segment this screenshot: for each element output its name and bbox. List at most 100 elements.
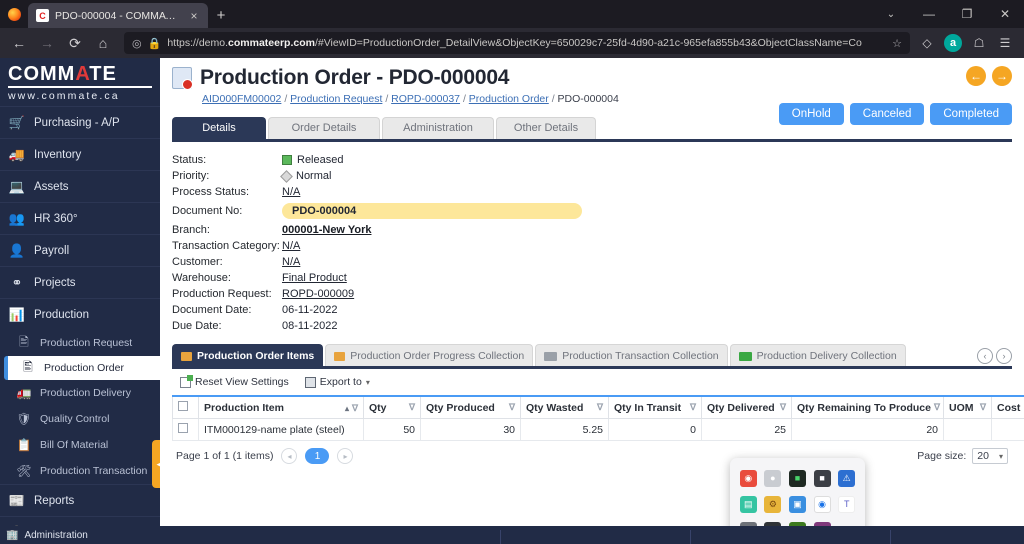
tab-production-order-progress-collection[interactable]: Production Order Progress Collection bbox=[325, 344, 534, 366]
tab-production-order-items[interactable]: Production Order Items bbox=[172, 344, 324, 366]
export-to-button[interactable]: Export to ▾ bbox=[299, 374, 376, 390]
page-next-button[interactable]: ▸ bbox=[337, 448, 354, 464]
close-icon[interactable]: × bbox=[188, 9, 200, 23]
filter-icon[interactable]: ∇ bbox=[934, 402, 940, 413]
page-prev-button[interactable]: ◂ bbox=[281, 448, 298, 464]
sidebar-item-projects[interactable]: ⚭ Projects bbox=[0, 266, 160, 298]
forward-button[interactable]: → bbox=[34, 30, 60, 56]
completed-button[interactable]: Completed bbox=[930, 103, 1012, 125]
filter-icon[interactable]: ∇ bbox=[690, 402, 696, 413]
pocket-icon[interactable]: ◇ bbox=[918, 34, 936, 52]
console-icon[interactable]: ■ bbox=[813, 469, 831, 487]
table-row[interactable]: ITM000129-name plate (steel) 50 30 5.25 … bbox=[172, 418, 1024, 441]
column-header-qty-delivered[interactable]: Qty Delivered ∇ bbox=[701, 395, 792, 419]
sidebar-collapse-button[interactable]: ◀ bbox=[152, 440, 160, 488]
next-record-button[interactable]: → bbox=[992, 66, 1012, 86]
document-no-value[interactable]: PDO-000004 bbox=[282, 203, 582, 219]
url-bar[interactable]: ◎ 🔒 https://demo.commateerp.com/#ViewID=… bbox=[124, 32, 910, 54]
shield-icon[interactable]: ◎ bbox=[132, 37, 142, 50]
field-value[interactable]: N/A bbox=[282, 186, 300, 198]
row-select-cell[interactable] bbox=[172, 418, 199, 441]
browser-tab[interactable]: C PDO-000004 - COMMATE ERP × bbox=[28, 3, 208, 28]
filter-icon[interactable]: ∇ bbox=[980, 402, 986, 413]
column-header-qty-wasted[interactable]: Qty Wasted ∇ bbox=[520, 395, 609, 419]
canceled-button[interactable]: Canceled bbox=[849, 103, 925, 125]
breadcrumb-link-2[interactable]: ROPD-000037 bbox=[391, 93, 460, 105]
minimize-button[interactable]: — bbox=[910, 0, 948, 28]
onhold-button[interactable]: OnHold bbox=[778, 103, 844, 125]
sidebar-item-reports[interactable]: 📰 Reports bbox=[0, 484, 160, 516]
sidebar-item-bill-of-material[interactable]: 📋 Bill Of Material bbox=[0, 432, 160, 458]
breadcrumb-link-0[interactable]: AID000FM00002 bbox=[202, 93, 281, 105]
terminal-green-icon[interactable]: ■ bbox=[788, 469, 806, 487]
tab-other-details[interactable]: Other Details bbox=[496, 117, 596, 139]
sidebar-item-purchasing[interactable]: 🛒 Purchasing - A/P bbox=[0, 106, 160, 138]
filter-icon[interactable]: ∇ bbox=[409, 402, 415, 413]
amazon-icon[interactable]: a bbox=[944, 34, 962, 52]
new-tab-button[interactable]: + bbox=[208, 3, 234, 28]
sidebar-item-assets[interactable]: 💻 Assets bbox=[0, 170, 160, 202]
filter-icon[interactable]: ∇ bbox=[597, 402, 603, 413]
sidebar-item-inventory[interactable]: 🚚 Inventory bbox=[0, 138, 160, 170]
field-value[interactable]: 000001-New York bbox=[282, 224, 371, 236]
column-header-qty-produced[interactable]: Qty Produced ∇ bbox=[420, 395, 521, 419]
field-value[interactable]: ROPD-000009 bbox=[282, 288, 354, 300]
display-icon[interactable]: ▣ bbox=[788, 495, 806, 513]
column-header-cost[interactable]: Cost∇ bbox=[991, 395, 1024, 419]
page-number-1[interactable]: 1 bbox=[305, 448, 330, 464]
column-header-item[interactable]: Production Item ▴ ∇ bbox=[198, 395, 364, 419]
close-window-button[interactable]: ✕ bbox=[986, 0, 1024, 28]
filter-icon[interactable]: ∇ bbox=[780, 402, 786, 413]
column-header-qty[interactable]: Qty ∇ bbox=[363, 395, 421, 419]
filter-icon[interactable]: ∇ bbox=[509, 402, 515, 413]
teams-icon[interactable]: T bbox=[838, 495, 856, 513]
collection-prev-button[interactable]: ‹ bbox=[977, 348, 993, 364]
breadcrumb-link-1[interactable]: Production Request bbox=[290, 93, 382, 105]
sidebar-item-production-order[interactable]: 🖺 Production Order bbox=[4, 356, 160, 380]
reset-view-settings-button[interactable]: Reset View Settings bbox=[174, 374, 295, 390]
sidebar-item-payroll[interactable]: 👤 Payroll bbox=[0, 234, 160, 266]
settings-gear-icon[interactable]: ⚙ bbox=[764, 495, 782, 513]
reload-button[interactable]: ⟳ bbox=[62, 30, 88, 56]
filter-icon[interactable]: ∇ bbox=[352, 403, 358, 413]
sort-asc-icon[interactable]: ▴ bbox=[345, 404, 349, 413]
sidebar-item-production-request[interactable]: 🖹 Production Request bbox=[0, 330, 160, 356]
field-value[interactable]: Final Product bbox=[282, 272, 347, 284]
previous-record-button[interactable]: ← bbox=[966, 66, 986, 86]
tab-details[interactable]: Details bbox=[172, 117, 266, 139]
chevron-down-icon[interactable]: ⌄ bbox=[872, 0, 910, 28]
record-icon[interactable]: ◉ bbox=[739, 469, 757, 487]
field-value[interactable]: N/A bbox=[282, 240, 300, 252]
select-all-checkbox[interactable] bbox=[178, 401, 188, 411]
column-header-uom[interactable]: UOM ∇ bbox=[943, 395, 992, 419]
defender-icon[interactable]: ⚠ bbox=[838, 469, 856, 487]
notes-icon[interactable]: ▤ bbox=[739, 495, 757, 513]
back-button[interactable]: ← bbox=[6, 30, 32, 56]
tab-administration[interactable]: Administration bbox=[382, 117, 494, 139]
column-header-qty-in-transit[interactable]: Qty In Transit ∇ bbox=[608, 395, 702, 419]
sidebar-item-hr360[interactable]: 👥 HR 360° bbox=[0, 202, 160, 234]
sidebar-item-production-delivery[interactable]: 🚛 Production Delivery bbox=[0, 380, 160, 406]
restore-button[interactable]: ❐ bbox=[948, 0, 986, 28]
tab-production-delivery-collection[interactable]: Production Delivery Collection bbox=[729, 344, 906, 366]
eye-disabled-icon[interactable]: ● bbox=[764, 469, 782, 487]
chevron-down-icon[interactable]: ▾ bbox=[366, 378, 370, 387]
chrome-icon[interactable]: ◉ bbox=[813, 495, 831, 513]
select-all-header[interactable] bbox=[172, 395, 199, 419]
collection-next-button[interactable]: › bbox=[996, 348, 1012, 364]
page-size-select[interactable]: 20 ▾ bbox=[972, 448, 1008, 464]
column-header-qty-remaining-to-produce[interactable]: Qty Remaining To Produce ∇ bbox=[791, 395, 944, 419]
home-button[interactable]: ⌂ bbox=[90, 30, 116, 56]
sidebar-item-production[interactable]: 📊 Production bbox=[0, 298, 160, 330]
bookmark-star-icon[interactable]: ☆ bbox=[892, 37, 902, 50]
row-checkbox[interactable] bbox=[178, 423, 188, 433]
sidebar-item-production-transaction[interactable]: 🛠 Production Transaction bbox=[0, 458, 160, 484]
tab-production-transaction-collection[interactable]: Production Transaction Collection bbox=[535, 344, 728, 366]
breadcrumb-link-3[interactable]: Production Order bbox=[469, 93, 549, 105]
browser-menu-icon[interactable]: ☰ bbox=[996, 34, 1014, 52]
tab-order-details[interactable]: Order Details bbox=[268, 117, 380, 139]
thumbs-up-icon[interactable]: ☖ bbox=[970, 34, 988, 52]
field-value[interactable]: N/A bbox=[282, 256, 300, 268]
sidebar-item-quality-control[interactable]: 🛡 Quality Control bbox=[0, 406, 160, 432]
taskbar-administration-item[interactable]: 🏢 Administration bbox=[0, 530, 160, 541]
